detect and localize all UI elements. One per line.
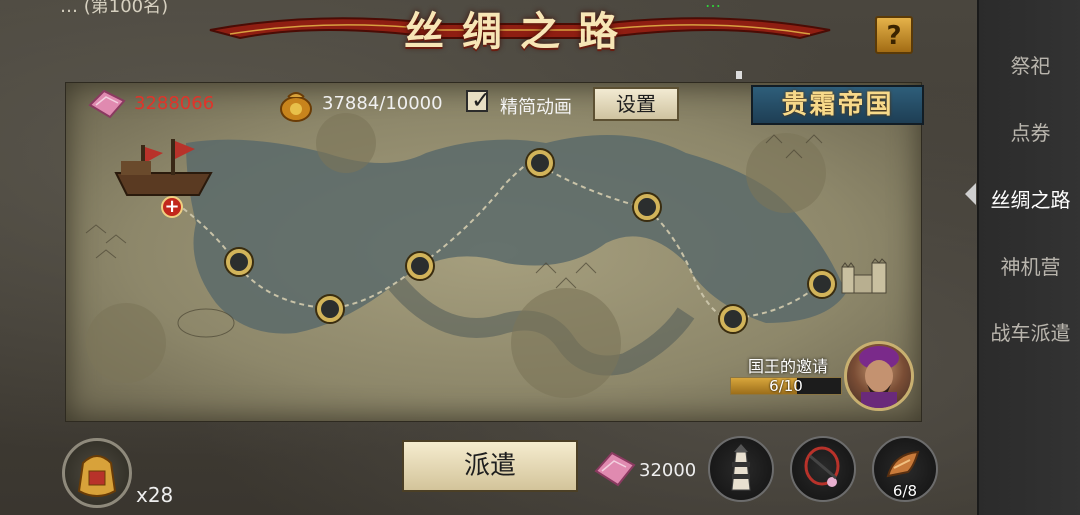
sidebar-item-chariot-dispatch[interactable]: 战车派遣 [979,317,1080,346]
invitation-progress-text: 6/10 [769,377,803,395]
sidebar-item-coupons[interactable]: 点券 [979,117,1080,146]
simple-animation-label: 精简动画 [500,97,572,118]
gold-coin-bag-icon [280,92,312,122]
page-title: 丝绸之路 [404,8,636,55]
lighthouse-icon [731,444,751,491]
route-node[interactable] [407,253,433,279]
pink-silk-scroll-icon [88,89,126,119]
conch-horn-count: 6/8 [892,482,918,500]
invitation-title: 国王的邀请 [747,357,828,376]
sidebar-item-sacrifice[interactable]: 祭祀 [979,50,1080,79]
rank-status: … (第100名) [60,0,169,17]
conch-horn-slot[interactable]: 6/8 [872,436,938,502]
lighthouse-slot[interactable] [708,436,774,502]
route-node[interactable] [226,249,252,275]
dispatch-button[interactable]: 派遣 [402,440,578,492]
route-node[interactable] [809,271,835,297]
route-node[interactable] [720,306,746,332]
castle-icon [841,258,887,294]
silk-amount: 3288066 [134,93,215,114]
route-node[interactable] [634,194,660,220]
sidebar-item-shenjiying[interactable]: 神机营 [979,251,1080,280]
silk-road-map: 3288066 37884/10000 ✓ 精简动画 设置 贵霜帝国 + 国王的… [65,82,924,422]
sidebar-item-silk-road[interactable]: 丝绸之路 [979,184,1080,213]
title-banner: 丝绸之路 [200,4,840,64]
pink-silk-scroll-icon [594,451,636,487]
help-button[interactable]: ? [875,16,913,54]
right-sidebar: 祭祀 点券 丝绸之路 神机营 战车派遣 [965,0,1080,515]
checkmark-icon: ✓ [471,86,492,114]
cursor-icon [736,71,742,79]
empire-banner: 贵霜帝国 [751,85,924,125]
dispatch-cost: 32000 [639,460,697,481]
settings-button[interactable]: 设置 [593,87,679,121]
add-ship-button[interactable]: + [161,196,183,218]
king-portrait-icon[interactable] [844,341,914,411]
active-indicator-icon [965,183,976,205]
invitation-progress-bar: 6/10 [730,377,842,395]
map-header: 3288066 37884/10000 ✓ 精简动画 设置 贵霜帝国 [66,83,924,125]
treasure-count: x28 [136,483,174,507]
route-node[interactable] [527,150,553,176]
route-node[interactable] [317,296,343,322]
king-invitation[interactable]: 国王的邀请 6/10 [728,353,848,403]
compass-necklace-icon [804,446,840,487]
treasure-bag-button[interactable] [62,438,132,508]
treasure-bag-icon [77,455,117,497]
coin-amount: 37884/10000 [322,93,443,114]
merchant-ship-icon[interactable] [111,133,221,203]
simple-animation-checkbox[interactable]: ✓ [466,86,491,114]
compass-necklace-slot[interactable] [790,436,856,502]
